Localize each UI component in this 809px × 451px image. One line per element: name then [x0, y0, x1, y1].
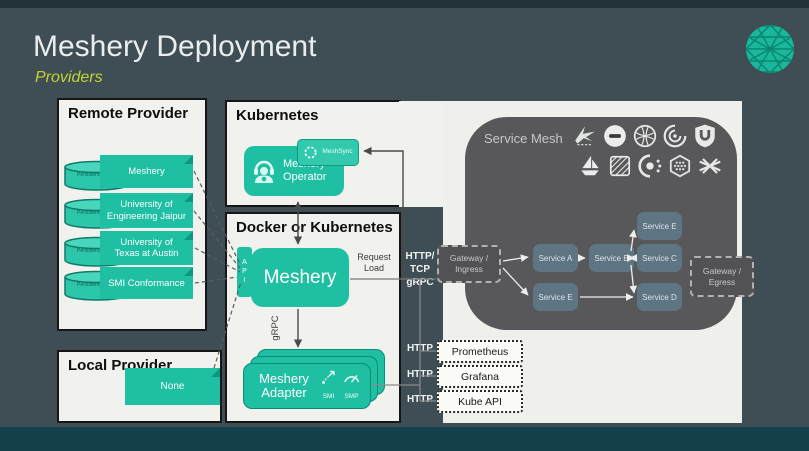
provider-item-label: Meshery — [128, 166, 164, 177]
none-label: None — [161, 381, 185, 392]
smi-icon-block: SMI — [320, 370, 337, 403]
monitoring-box-kube-api: Kube API — [437, 390, 523, 413]
provider-item-label: University of Texas at Austin — [108, 237, 185, 260]
shield-u-logo-icon — [692, 123, 718, 149]
gateway-ingress-label: Gateway / Ingress — [439, 253, 499, 274]
provider-item-university-jaipur: University of Engineering Jaipur — [100, 193, 193, 228]
mesh-sphere-logo-icon — [632, 123, 658, 149]
service-box-e-left: Service E — [533, 283, 578, 311]
service-box-e-right: Service E — [637, 212, 682, 240]
http-edge-label: HTTP — [401, 394, 439, 405]
protocol-line: TCP — [401, 263, 439, 276]
http-edge-label: HTTP — [401, 343, 439, 354]
hatched-cube-logo-icon — [607, 153, 633, 179]
provider-item-university-texas: University of Texas at Austin — [100, 231, 193, 265]
provider-item-label: University of Engineering Jaipur — [104, 199, 189, 222]
docker-kubernetes-title: Docker or Kubernetes — [227, 214, 399, 236]
folded-corner — [184, 231, 193, 240]
meshery-adapter-box: Meshery Adapter SMI SMP — [243, 363, 371, 409]
bottom-bar — [0, 427, 809, 451]
istio-sailboat-logo-icon — [577, 153, 603, 179]
smp-gauge-icon — [342, 370, 361, 385]
monitoring-label: Prometheus — [452, 346, 509, 358]
sync-circle-icon — [303, 145, 318, 160]
monitoring-label: Kube API — [458, 396, 502, 408]
provider-item-smi-conformance: SMI Conformance — [100, 267, 193, 299]
protocol-line: HTTP/ — [401, 250, 439, 263]
dotted-hexagon-logo-icon — [667, 153, 693, 179]
gateway-egress-box: Gateway / Egress — [690, 256, 754, 297]
service-label: Service B — [594, 254, 628, 263]
protocol-line: gRPC — [401, 276, 439, 289]
mesh-logos-row-1 — [572, 123, 718, 149]
page-title: Meshery Deployment — [33, 30, 316, 64]
folded-corner — [184, 267, 193, 276]
smp-label: SMP — [344, 393, 358, 400]
page-subtitle: Providers — [35, 69, 103, 87]
smi-label: SMI — [323, 393, 335, 400]
consul-c-logo-icon — [637, 153, 663, 179]
monitoring-box-grafana: Grafana — [437, 365, 523, 388]
service-label: Service E — [642, 222, 676, 231]
service-label: Service A — [539, 254, 573, 263]
http-edge-label: HTTP — [401, 369, 439, 380]
service-box-c: Service C — [637, 244, 682, 272]
monitoring-label: Grafana — [461, 371, 499, 383]
meshery-brand-logo-icon — [745, 24, 795, 74]
meshery-adapter-label: Meshery Adapter — [253, 372, 315, 401]
service-mesh-title: Service Mesh — [484, 131, 563, 146]
remote-provider-title: Remote Provider — [59, 100, 205, 122]
smp-icon-block: SMP — [342, 370, 361, 403]
gateway-ingress-box: Gateway / Ingress — [437, 245, 501, 283]
provider-item-meshery: Meshery — [100, 155, 193, 188]
circle-wordmark-logo-icon — [602, 123, 628, 149]
service-box-a: Service A — [533, 244, 578, 272]
smi-hand-icon — [320, 370, 337, 385]
gateway-egress-label: Gateway / Egress — [692, 266, 752, 287]
meshery-label: Meshery — [264, 267, 337, 289]
folded-corner — [184, 193, 193, 202]
service-box-b: Service B — [589, 244, 634, 272]
origami-mesh-logo-icon — [572, 123, 598, 149]
panel-bridge — [399, 101, 443, 207]
swirl-mesh-logo-icon — [662, 123, 688, 149]
service-label: Service E — [538, 293, 572, 302]
top-bar — [0, 0, 809, 8]
folded-corner — [211, 368, 220, 377]
api-tab: API — [237, 247, 252, 297]
request-load-label: Request Load — [352, 252, 396, 275]
service-label: Service C — [642, 254, 677, 263]
folded-corner — [184, 155, 193, 164]
meshsync-label: MeshSync — [322, 149, 352, 156]
operator-headset-icon — [251, 158, 277, 184]
service-box-d: Service D — [637, 283, 682, 311]
monitoring-box-prometheus: Prometheus — [437, 340, 523, 363]
none-provider-item: None — [125, 368, 220, 405]
mesh-logos-row-2 — [577, 153, 723, 179]
meshery-box: Meshery — [251, 248, 349, 307]
protocol-label: HTTP/ TCP gRPC — [401, 250, 439, 289]
provider-item-label: SMI Conformance — [108, 278, 185, 289]
meshsync-box: MeshSync — [297, 139, 359, 166]
weave-x-logo-icon — [697, 153, 723, 179]
grpc-edge-label: gRPC — [270, 306, 282, 350]
api-tab-label: API — [241, 259, 248, 286]
kubernetes-title: Kubernetes — [227, 102, 399, 124]
slide: Meshery Deployment Providers Remote Prov… — [0, 0, 809, 451]
service-label: Service D — [642, 293, 677, 302]
